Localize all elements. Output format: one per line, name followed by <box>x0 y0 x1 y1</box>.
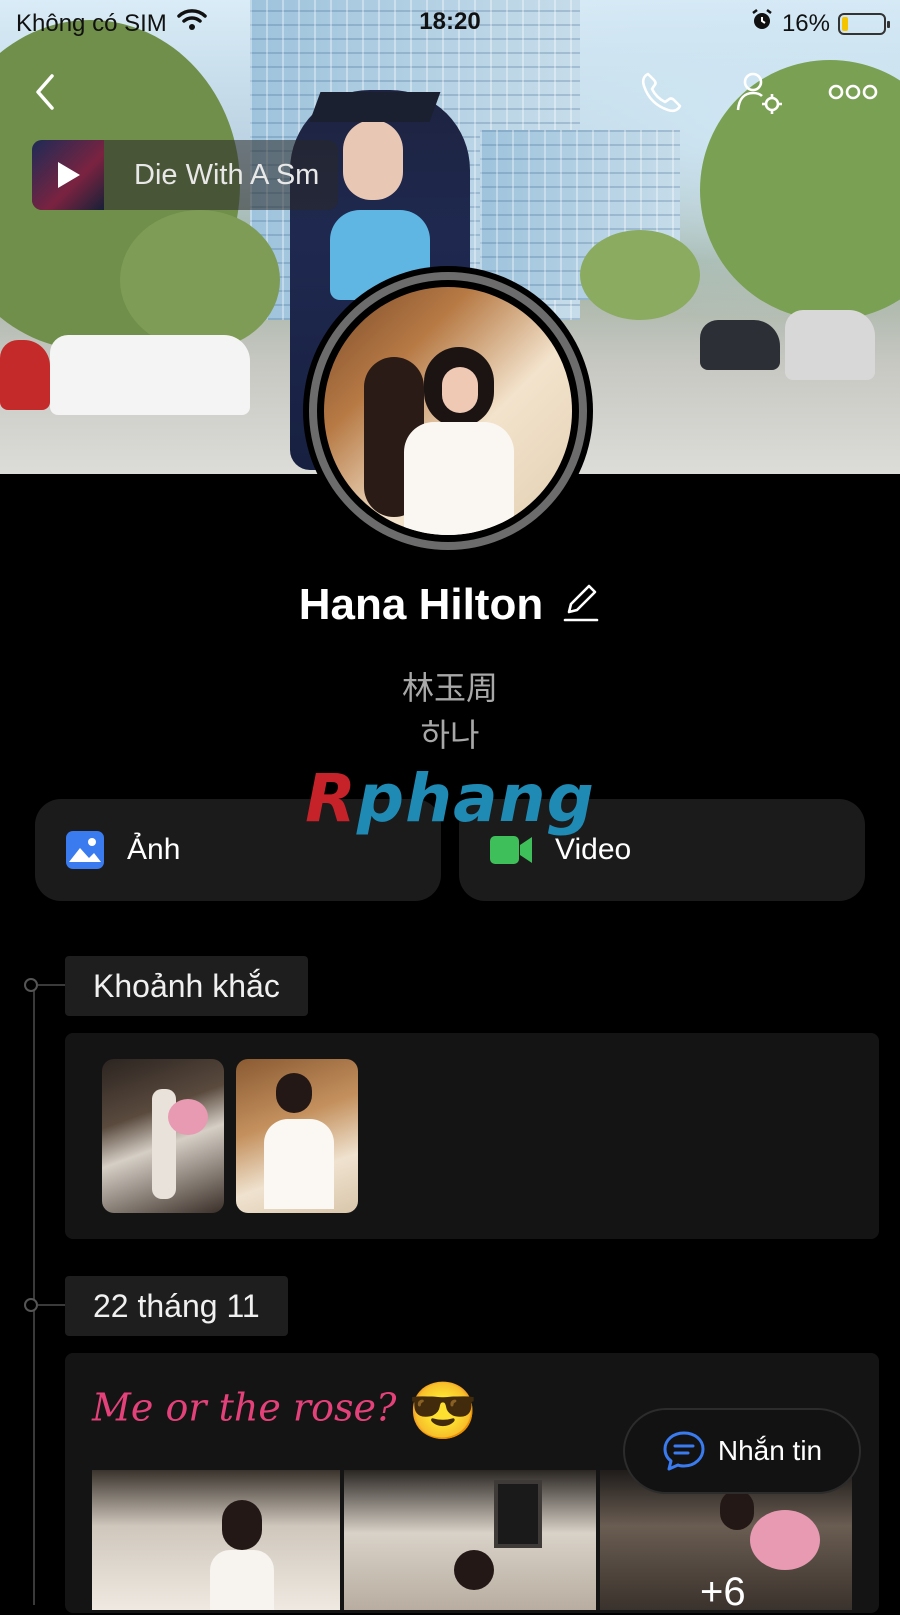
user-settings-icon <box>736 72 782 114</box>
timeline-connector <box>38 984 66 986</box>
chat-bubble-icon <box>663 1431 705 1471</box>
send-message-label: Nhắn tin <box>717 1435 823 1466</box>
cover-tree <box>120 210 280 350</box>
back-button[interactable] <box>28 72 62 117</box>
profile-alias-korean: 하나 <box>420 717 480 753</box>
cover-graduate-cap <box>309 92 441 122</box>
cover-car <box>50 335 250 415</box>
chevron-left-icon <box>36 74 54 110</box>
battery-icon <box>838 12 890 35</box>
timeline-connector <box>38 1304 66 1306</box>
more-photos-count: +6 <box>700 1570 746 1614</box>
cover-tree <box>580 230 700 320</box>
send-message-button[interactable]: Nhắn tin <box>623 1408 861 1494</box>
cover-car <box>0 340 50 410</box>
alarm-icon <box>750 8 774 39</box>
pencil-icon <box>563 584 599 621</box>
more-options-button[interactable] <box>828 82 878 107</box>
cover-car <box>700 320 780 370</box>
video-camera-icon <box>490 836 532 864</box>
timeline-dot <box>24 978 38 992</box>
post-date-header: 22 tháng 11 <box>65 1276 288 1336</box>
post-caption-text: Me or the rose? <box>92 1385 397 1430</box>
profile-settings-button[interactable] <box>735 70 785 121</box>
timeline-line <box>33 985 35 1605</box>
video-label: Video <box>555 833 632 866</box>
avatar-photo <box>324 287 572 535</box>
phone-icon <box>641 72 682 113</box>
post-emoji: 😎 <box>408 1379 479 1444</box>
battery-percent: 16% <box>781 9 830 37</box>
post-caption: Me or the rose? 😎 <box>92 1378 478 1444</box>
battery-fill <box>842 16 848 31</box>
profile-alias-chinese: 林玉周 <box>401 670 498 706</box>
play-icon[interactable] <box>54 160 82 190</box>
watermark-logo: Rphang <box>305 760 595 837</box>
timeline-dot <box>24 1298 38 1312</box>
call-button[interactable] <box>638 70 684 121</box>
cover-car <box>785 310 875 380</box>
profile-name: Hana Hilton <box>298 580 544 629</box>
song-title: Die With A Sm <box>134 158 320 191</box>
profile-name-row: Hana Hilton <box>0 580 900 630</box>
post-photo[interactable] <box>92 1470 340 1610</box>
moment-thumbnail[interactable] <box>102 1059 224 1213</box>
profile-music-player[interactable]: Die With A Sm <box>32 140 338 210</box>
album-art <box>32 140 104 210</box>
moment-thumbnail[interactable] <box>236 1059 358 1213</box>
avatar[interactable] <box>303 266 593 556</box>
edit-name-button[interactable] <box>561 582 601 629</box>
photos-label: Ảnh <box>127 833 181 866</box>
post-photo[interactable] <box>344 1470 596 1610</box>
moments-header[interactable]: Khoảnh khắc <box>65 956 308 1016</box>
status-bar: Không có SIM 18:20 16% <box>0 0 900 44</box>
cover-graduate-face <box>343 120 403 200</box>
more-dots-icon <box>828 84 878 100</box>
moments-card <box>65 1033 879 1239</box>
